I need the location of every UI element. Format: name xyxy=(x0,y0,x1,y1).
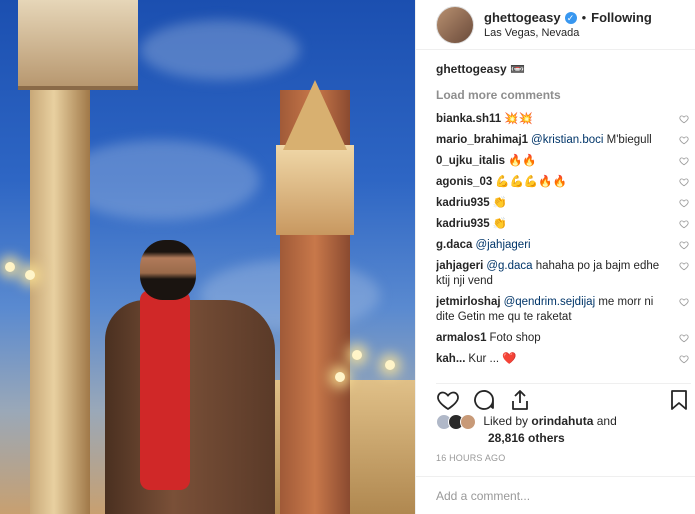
verified-badge-icon: ✓ xyxy=(564,11,577,24)
comment-username[interactable]: mario_brahimaj1 xyxy=(436,134,528,146)
comment-username[interactable]: jetmirloshaj xyxy=(436,296,501,308)
post-sidebar: ghettogeasy ✓ • Following Las Vegas, Nev… xyxy=(415,0,695,514)
action-bar xyxy=(436,383,691,413)
comment-like-heart-icon[interactable] xyxy=(679,156,689,166)
comments-list[interactable]: ghettogeasy 📼 Load more comments bianka.… xyxy=(436,58,691,376)
comment-like-heart-icon[interactable] xyxy=(679,135,689,145)
comment-username[interactable]: kadriu935 xyxy=(436,197,490,209)
comment-row: kadriu935 👏 xyxy=(436,196,691,211)
comment-row: bianka.sh11 💥💥 xyxy=(436,112,691,127)
comment-text: Foto shop xyxy=(489,332,541,344)
likes-prefix: Liked by xyxy=(483,414,529,429)
share-icon[interactable] xyxy=(508,388,532,412)
comment-like-heart-icon[interactable] xyxy=(679,198,689,208)
comment-row: armalos1 Foto shop xyxy=(436,331,691,346)
comment-like-heart-icon[interactable] xyxy=(679,297,689,307)
comment-username[interactable]: 0_ujku_italis xyxy=(436,155,505,167)
comment-mention[interactable]: @kristian.boci xyxy=(531,134,603,146)
comment-text: 👏 xyxy=(492,218,508,230)
comment-like-heart-icon[interactable] xyxy=(679,177,689,187)
comment-row: jahjageri @g.daca hahaha po ja bajm edhe … xyxy=(436,259,691,289)
comment-text: 🔥🔥 xyxy=(508,155,537,167)
heart-icon[interactable] xyxy=(436,388,460,412)
comment-row: mario_brahimaj1 @kristian.boci M'biegull xyxy=(436,133,691,148)
comment-username[interactable]: bianka.sh11 xyxy=(436,113,501,125)
likes-user[interactable]: orindahuta xyxy=(531,414,593,428)
comment-text: Kur ... ❤️ xyxy=(468,353,517,365)
likes-and: and xyxy=(596,414,617,429)
load-more-comments-button[interactable]: Load more comments xyxy=(436,88,691,102)
likes-summary: Liked by orindahuta and 28,816 others xyxy=(436,414,691,445)
comment-username[interactable]: kadriu935 xyxy=(436,218,490,230)
comment-row: 0_ujku_italis 🔥🔥 xyxy=(436,154,691,169)
comment-row: kadriu935 👏 xyxy=(436,217,691,232)
following-button[interactable]: Following xyxy=(591,10,652,25)
comment-icon[interactable] xyxy=(472,388,496,412)
comment-text: 💪💪💪🔥🔥 xyxy=(495,176,567,188)
comment-like-heart-icon[interactable] xyxy=(679,333,689,343)
avatar[interactable] xyxy=(436,5,474,44)
location-link[interactable]: Las Vegas, Nevada xyxy=(484,27,652,39)
bookmark-icon[interactable] xyxy=(667,388,691,412)
comment-text: 👏 xyxy=(492,197,508,209)
comment-text: 💥💥 xyxy=(504,113,533,125)
comment-row: g.daca @jahjageri xyxy=(436,238,691,253)
comment-like-heart-icon[interactable] xyxy=(679,219,689,229)
comment-mention[interactable]: @jahjageri xyxy=(475,239,530,251)
comment-username[interactable]: armalos1 xyxy=(436,332,487,344)
separator-dot: • xyxy=(581,10,587,25)
comment-mention[interactable]: @g.daca xyxy=(486,260,532,272)
liker-avatars[interactable] xyxy=(436,414,476,430)
add-comment-input[interactable]: Add a comment... xyxy=(416,476,695,514)
comment-like-heart-icon[interactable] xyxy=(679,114,689,124)
post-timestamp[interactable]: 16 HOURS AGO xyxy=(436,453,505,463)
caption: ghettogeasy 📼 xyxy=(436,62,691,76)
comment-like-heart-icon[interactable] xyxy=(679,240,689,250)
comment-username[interactable]: kah... xyxy=(436,353,465,365)
comment-username[interactable]: jahjageri xyxy=(436,260,483,272)
comment-row: agonis_03 💪💪💪🔥🔥 xyxy=(436,175,691,190)
post-photo[interactable] xyxy=(0,0,415,514)
post-header: ghettogeasy ✓ • Following Las Vegas, Nev… xyxy=(416,0,695,50)
caption-username[interactable]: ghettogeasy xyxy=(436,62,507,76)
comment-username[interactable]: g.daca xyxy=(436,239,472,251)
likes-count[interactable]: 28,816 others xyxy=(488,431,691,445)
header-username[interactable]: ghettogeasy xyxy=(484,10,561,25)
comment-like-heart-icon[interactable] xyxy=(679,354,689,364)
comment-text: M'biegull xyxy=(606,134,652,146)
caption-text: 📼 xyxy=(510,62,525,76)
comment-row: jetmirloshaj @qendrim.sejdijaj me morr ni… xyxy=(436,295,691,325)
comment-like-heart-icon[interactable] xyxy=(679,261,689,271)
comment-username[interactable]: agonis_03 xyxy=(436,176,492,188)
comment-row: kah... Kur ... ❤️ xyxy=(436,352,691,367)
comment-mention[interactable]: @qendrim.sejdijaj xyxy=(504,296,596,308)
